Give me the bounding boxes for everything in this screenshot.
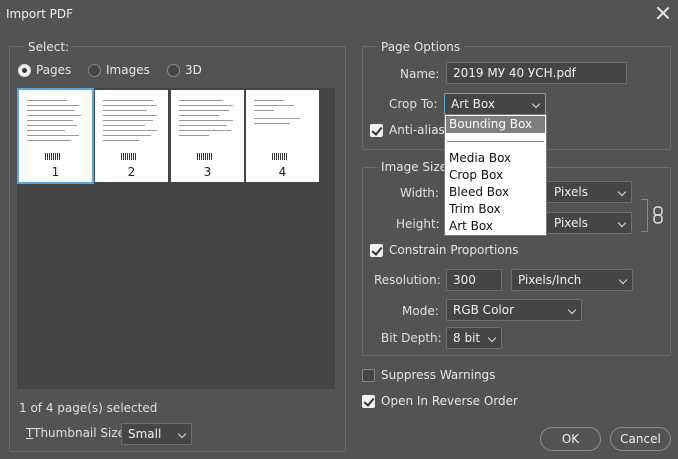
page-thumbnail[interactable]: 3	[171, 90, 244, 182]
width-label: Width:	[400, 186, 439, 200]
crop-to-value: Art Box	[451, 97, 495, 111]
radio-pages-label: Pages	[36, 63, 72, 77]
resolution-value: 300	[453, 273, 476, 287]
chevron-down-icon	[531, 99, 541, 109]
thumbnail-number: 4	[278, 165, 287, 179]
barcode-icon	[197, 153, 213, 160]
name-input[interactable]: 2019 МУ 40 УСН.pdf	[446, 62, 627, 84]
mode-select[interactable]: RGB Color	[446, 299, 582, 321]
crop-to-label: Crop To:	[389, 97, 438, 111]
anti-aliased-box[interactable]	[370, 123, 383, 137]
name-label: Name:	[400, 67, 440, 81]
reverse-order-box[interactable]	[362, 394, 375, 408]
page-preview	[179, 96, 236, 160]
page-preview	[103, 96, 160, 160]
thumbnail-number: 2	[127, 165, 136, 179]
dropdown-option[interactable]: Media Box	[446, 150, 545, 167]
page-thumbnail[interactable]: 4	[246, 90, 319, 182]
page-preview	[27, 96, 84, 160]
radio-images-indicator[interactable]	[88, 63, 101, 77]
dropdown-option[interactable]: Art Box	[446, 218, 545, 235]
thumbnail-size-select[interactable]: Small	[121, 423, 192, 445]
radio-images-label: Images	[106, 63, 150, 77]
cancel-button[interactable]: Cancel	[610, 427, 671, 451]
window-title: Import PDF	[6, 7, 74, 21]
select-legend: Select:	[24, 40, 74, 54]
crop-to-dropdown[interactable]: Bounding Box Media Box Crop Box Bleed Bo…	[444, 114, 547, 236]
resolution-unit-value: Pixels/Inch	[518, 273, 582, 287]
bit-depth-value: 8 bit	[453, 331, 481, 345]
dropdown-separator	[447, 141, 544, 142]
constrain-proportions-label: Constrain Proportions	[389, 243, 519, 257]
thumbnail-number: 3	[203, 165, 212, 179]
link-icon[interactable]	[652, 205, 664, 225]
bit-depth-label: Bit Depth:	[381, 331, 442, 345]
dropdown-option[interactable]: Trim Box	[446, 201, 545, 218]
thumbnail-size-value: Small	[128, 427, 162, 441]
dropdown-option[interactable]: Bounding Box	[446, 116, 545, 133]
name-value: 2019 МУ 40 УСН.pdf	[453, 66, 576, 80]
chevron-down-icon	[487, 333, 497, 343]
dropdown-option[interactable]: Crop Box	[446, 167, 545, 184]
page-thumbnail[interactable]: 1	[17, 88, 94, 184]
resolution-unit-select[interactable]: Pixels/Inch	[511, 269, 633, 291]
mode-label: Mode:	[402, 304, 439, 318]
suppress-warnings-box[interactable]	[362, 368, 375, 382]
radio-3d[interactable]: 3D	[167, 63, 202, 77]
bit-depth-select[interactable]: 8 bit	[446, 327, 502, 349]
radio-3d-label: 3D	[185, 63, 202, 77]
close-icon[interactable]	[654, 4, 672, 22]
suppress-warnings-label: Suppress Warnings	[381, 368, 496, 382]
height-label: Height:	[396, 217, 440, 231]
radio-pages-indicator[interactable]	[18, 63, 31, 77]
thumbnail-size-label: TThumbnail Size:	[26, 426, 130, 440]
image-size-legend: Image Size	[377, 160, 452, 174]
radio-pages[interactable]: Pages	[18, 63, 71, 77]
reverse-order-label: Open In Reverse Order	[381, 394, 518, 408]
chevron-down-icon	[177, 429, 187, 439]
page-options-legend: Page Options	[377, 40, 465, 54]
crop-to-select[interactable]: Art Box	[444, 93, 546, 115]
ok-button[interactable]: OK	[540, 427, 601, 451]
page-preview	[254, 96, 311, 160]
barcode-icon	[121, 153, 137, 160]
dropdown-option[interactable]: Bleed Box	[446, 184, 545, 201]
chevron-down-icon	[617, 218, 627, 228]
radio-images[interactable]: Images	[88, 63, 150, 77]
page-thumbnail[interactable]: 2	[95, 90, 168, 182]
radio-3d-indicator[interactable]	[167, 63, 180, 77]
constrain-proportions-checkbox[interactable]: Constrain Proportions	[370, 243, 519, 257]
title-bar: Import PDF	[0, 0, 678, 30]
chevron-down-icon	[618, 275, 628, 285]
barcode-icon	[45, 153, 61, 160]
selection-status: 1 of 4 page(s) selected	[19, 401, 158, 415]
barcode-icon	[272, 153, 288, 160]
thumbnail-number: 1	[51, 165, 60, 179]
thumbnail-area[interactable]: 1 2 3 4	[17, 88, 335, 389]
chevron-down-icon	[567, 305, 577, 315]
reverse-order-checkbox[interactable]: Open In Reverse Order	[362, 394, 518, 408]
mode-value: RGB Color	[453, 303, 515, 317]
resolution-label: Resolution:	[374, 273, 441, 287]
suppress-warnings-checkbox[interactable]: Suppress Warnings	[362, 368, 495, 382]
constrain-proportions-box[interactable]	[370, 243, 383, 257]
resolution-input[interactable]: 300	[446, 269, 502, 291]
chevron-down-icon	[617, 187, 627, 197]
link-bracket	[641, 199, 648, 232]
